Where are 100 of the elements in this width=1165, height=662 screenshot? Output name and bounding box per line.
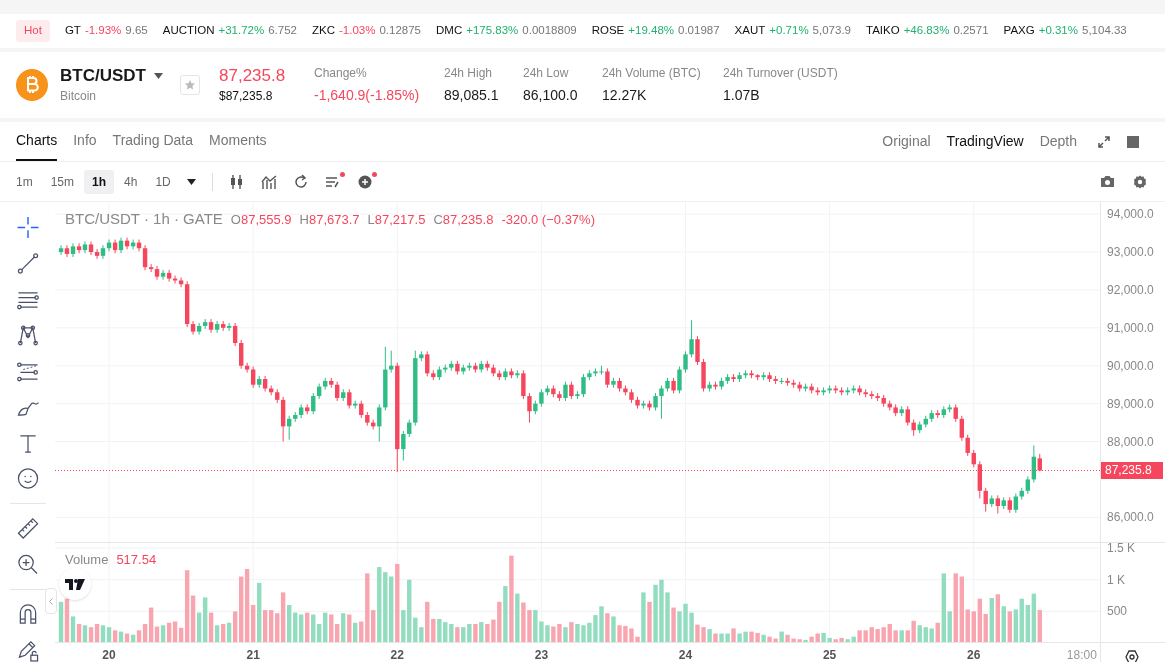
axis-label: 88,000.0 <box>1107 434 1154 449</box>
view-tab[interactable]: TradingView <box>946 131 1024 152</box>
collapse-handle[interactable] <box>45 588 57 614</box>
interval-button[interactable]: 15m <box>42 169 82 194</box>
axis-label: 90,000.0 <box>1107 358 1154 373</box>
price-change: -320.0 (−0.37%) <box>501 211 595 229</box>
ticker-change: +31.72% <box>218 23 265 39</box>
bar <box>473 624 478 643</box>
bar <box>953 573 958 643</box>
candles-icon[interactable] <box>228 173 245 190</box>
time-label: 20 <box>102 648 116 662</box>
candlestick <box>695 335 700 366</box>
stat-label: Change% <box>314 65 368 82</box>
candlestick <box>605 367 610 389</box>
tab[interactable]: Trading Data <box>112 122 193 161</box>
view-tab[interactable]: Original <box>882 131 931 152</box>
bar <box>995 594 1001 643</box>
ticker-price: 6.752 <box>268 23 297 39</box>
candlestick <box>244 362 250 374</box>
tab[interactable]: Charts <box>16 122 58 161</box>
ticker-symbol[interactable]: GT <box>64 22 81 40</box>
interval-button[interactable]: 1m <box>8 169 41 194</box>
time-label: 22 <box>390 648 404 662</box>
bar <box>431 618 436 643</box>
pair-symbol[interactable]: BTC/USDT <box>60 65 146 87</box>
ticker-change: -1.93% <box>84 23 122 39</box>
emoji-icon[interactable] <box>15 467 40 491</box>
candlestick <box>965 434 970 457</box>
bar <box>509 555 514 643</box>
interval-button[interactable]: 1h <box>84 169 115 194</box>
time-label: 26 <box>967 648 981 662</box>
candlestick <box>178 276 184 288</box>
ticker-symbol[interactable]: AUCTION <box>162 22 215 40</box>
candlestick <box>425 350 430 377</box>
indicator-chart-icon[interactable] <box>260 173 277 190</box>
ohlc-value: 87,217.5 <box>374 211 426 229</box>
stat-value: 12.27K <box>602 86 648 105</box>
interval-button[interactable]: 4h <box>116 169 146 194</box>
bar <box>184 570 190 643</box>
candlestick <box>347 388 352 410</box>
bar <box>707 629 712 643</box>
ruler-icon[interactable] <box>15 517 40 541</box>
volume-value: 517.54 <box>116 551 157 569</box>
settings-icon[interactable] <box>1125 650 1139 662</box>
ticker-symbol[interactable]: DMC <box>436 22 463 40</box>
pattern-icon[interactable] <box>15 323 40 347</box>
ticker-symbol[interactable]: TAIKO <box>866 22 900 40</box>
fibonacci-icon[interactable] <box>15 359 40 383</box>
ticker-symbol[interactable]: XAUT <box>734 22 766 40</box>
bar <box>641 592 646 643</box>
bar <box>605 613 610 643</box>
logo-icon <box>65 578 85 590</box>
ticker-symbol[interactable]: ZKC <box>312 22 335 40</box>
camera-icon[interactable] <box>1100 175 1115 188</box>
axis-label: 94,000.0 <box>1107 207 1154 222</box>
chart-title: BTC/USDT · 1h · GATE <box>65 209 223 229</box>
axis-label: 86,000.0 <box>1107 510 1154 525</box>
candlestick <box>389 350 394 374</box>
coin-logo-icon <box>16 69 48 101</box>
ohlc-value: 87,673.7 <box>308 211 360 229</box>
expand-icon[interactable] <box>1097 134 1111 149</box>
square-icon[interactable] <box>1127 135 1139 148</box>
time-label: 21 <box>246 648 260 662</box>
bar <box>899 630 904 643</box>
crosshair-icon[interactable] <box>15 216 40 239</box>
candlestick <box>659 384 664 420</box>
candlestick <box>142 244 148 271</box>
tab[interactable]: Info <box>73 122 97 161</box>
candlestick <box>160 269 166 281</box>
plus-circle-icon[interactable] <box>356 173 373 190</box>
trend-line-icon[interactable] <box>15 251 40 275</box>
caret-icon[interactable] <box>153 73 163 79</box>
bar <box>713 633 718 643</box>
caret-icon[interactable] <box>186 178 196 185</box>
ticker-symbol[interactable]: PAXG <box>1003 22 1035 40</box>
last-price: 87,235.8 <box>219 65 287 87</box>
candlestick <box>689 319 694 358</box>
interval-button[interactable]: 1D <box>147 169 179 194</box>
candlestick <box>683 350 688 374</box>
axis-label: 500 <box>1107 604 1128 619</box>
ohlc-label: O <box>230 211 241 229</box>
stat-value: -1,640.9(-1.85%) <box>314 86 421 105</box>
candlestick <box>64 244 70 258</box>
bar <box>569 622 574 643</box>
chart-logo-badge[interactable] <box>59 568 91 600</box>
stat-value: 89,085.1 <box>444 86 500 105</box>
ohlc-label: L <box>367 211 375 229</box>
zoom-in-icon[interactable] <box>15 553 40 577</box>
candlestick <box>995 494 1001 515</box>
candlestick <box>82 240 88 254</box>
time-label: 23 <box>534 648 549 662</box>
candlestick <box>166 269 172 283</box>
refresh-icon[interactable] <box>292 173 309 190</box>
candlestick <box>677 366 682 394</box>
candlestick <box>983 487 988 513</box>
axis-label: 1.5 K <box>1107 541 1136 556</box>
settings-icon[interactable] <box>1133 174 1147 189</box>
ticker-symbol[interactable]: ROSE <box>591 22 625 40</box>
tab[interactable]: Moments <box>209 122 267 161</box>
view-tab[interactable]: Depth <box>1039 131 1077 152</box>
